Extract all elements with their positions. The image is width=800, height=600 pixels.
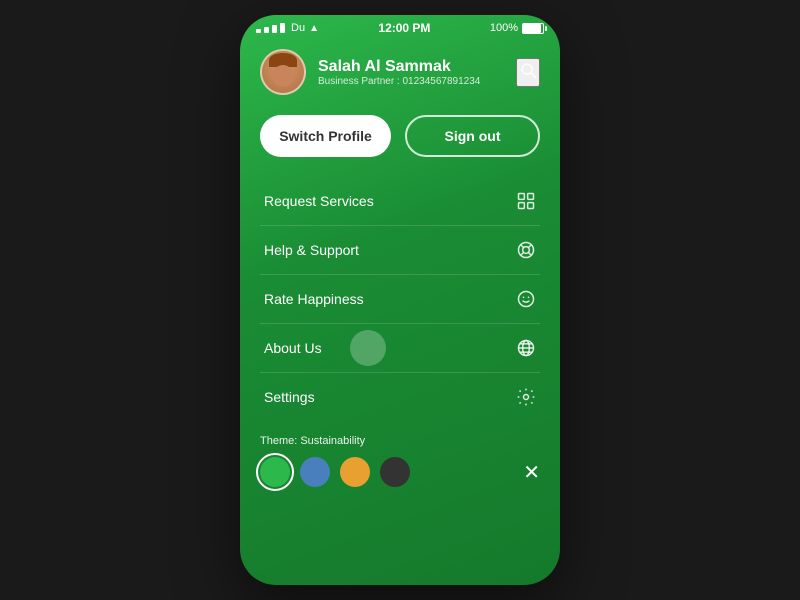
- menu-item-rate-happiness[interactable]: Rate Happiness: [260, 275, 540, 324]
- profile-name: Salah Al Sammak: [318, 58, 480, 76]
- theme-label: Theme: Sustainability: [260, 435, 540, 447]
- menu-label-request-services: Request Services: [264, 193, 374, 209]
- battery-fill: [523, 24, 541, 33]
- phone-frame: Du ▲ 12:00 PM 100% Salah Al Sammak Busin…: [240, 15, 560, 585]
- color-option-green[interactable]: [260, 457, 290, 487]
- menu-label-help-support: Help & Support: [264, 242, 359, 258]
- search-button[interactable]: [516, 58, 540, 87]
- menu-label-rate-happiness: Rate Happiness: [264, 291, 364, 307]
- sign-out-button[interactable]: Sign out: [405, 115, 540, 157]
- color-option-black[interactable]: [380, 457, 410, 487]
- smiley-icon: [516, 289, 536, 309]
- status-time: 12:00 PM: [378, 21, 430, 35]
- avatar-face: [262, 51, 304, 93]
- theme-section: Theme: Sustainability ✕: [240, 421, 560, 497]
- menu-item-settings[interactable]: Settings: [260, 373, 540, 421]
- status-left: Du ▲: [256, 22, 319, 34]
- menu-list: Request Services Help & Support Rate Hap…: [240, 177, 560, 421]
- wifi-icon: ▲: [309, 23, 319, 34]
- profile-role: Business Partner : 01234567891234: [318, 76, 480, 87]
- color-option-orange[interactable]: [340, 457, 370, 487]
- battery-icon: [522, 23, 544, 34]
- close-theme-button[interactable]: ✕: [523, 460, 540, 485]
- carrier-name: Du: [291, 22, 305, 34]
- lifering-icon: [516, 240, 536, 260]
- color-option-blue[interactable]: [300, 457, 330, 487]
- gear-icon: [516, 387, 536, 407]
- profile-left: Salah Al Sammak Business Partner : 01234…: [260, 49, 480, 95]
- battery-percent: 100%: [490, 22, 518, 34]
- avatar: [260, 49, 306, 95]
- globe-icon: [516, 338, 536, 358]
- search-icon: [518, 60, 538, 80]
- switch-profile-button[interactable]: Switch Profile: [260, 115, 391, 157]
- action-buttons: Switch Profile Sign out: [240, 109, 560, 177]
- menu-item-request-services[interactable]: Request Services: [260, 177, 540, 226]
- profile-info: Salah Al Sammak Business Partner : 01234…: [318, 58, 480, 87]
- menu-label-settings: Settings: [264, 389, 315, 405]
- status-right: 100%: [490, 22, 544, 34]
- theme-colors: ✕: [260, 457, 540, 487]
- touch-ripple: [350, 330, 386, 366]
- signal-bars: [256, 23, 285, 33]
- menu-item-help-support[interactable]: Help & Support: [260, 226, 540, 275]
- menu-label-about-us: About Us: [264, 340, 322, 356]
- status-bar: Du ▲ 12:00 PM 100%: [240, 15, 560, 39]
- profile-section: Salah Al Sammak Business Partner : 01234…: [240, 39, 560, 109]
- grid-icon: [516, 191, 536, 211]
- menu-item-about-us[interactable]: About Us: [260, 324, 540, 373]
